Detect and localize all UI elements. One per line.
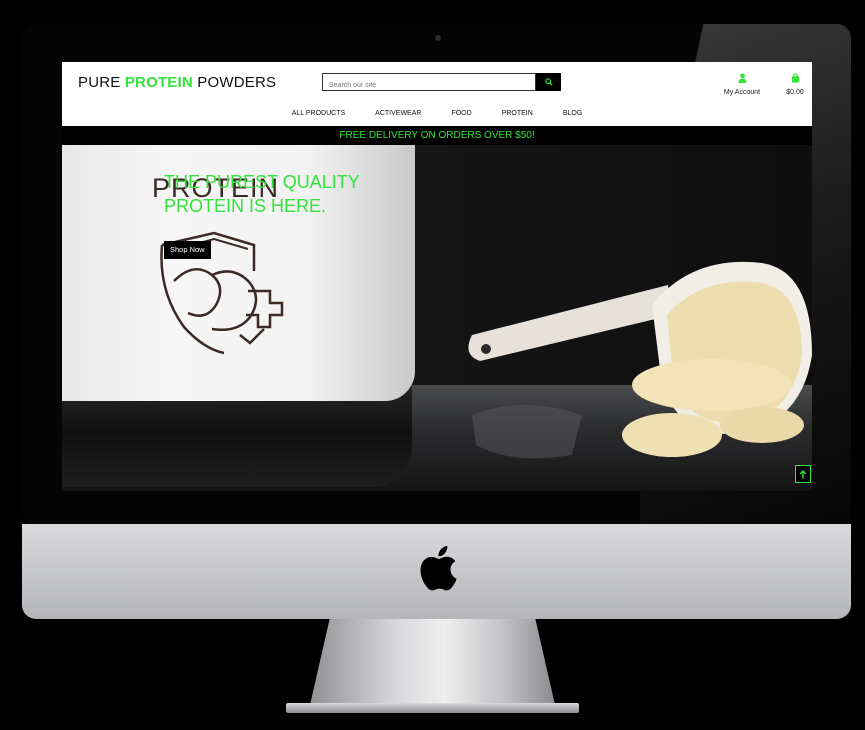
nav-blog[interactable]: BLOG (548, 106, 597, 122)
search-icon (544, 78, 553, 86)
nav-protein[interactable]: PROTEIN (487, 106, 548, 122)
monitor-stand-base (286, 703, 579, 713)
cart-total: $0.00 (786, 89, 804, 96)
nav-all-products[interactable]: ALL PRODUCTS (277, 106, 360, 122)
nav-activewear[interactable]: ACTIVEWEAR (360, 106, 436, 122)
hero-section: PROTEIN THE PUREST QUALITY PROTEIN IS HE… (62, 145, 812, 491)
promo-banner: FREE DELIVERY ON ORDERS OVER $50! (62, 126, 812, 145)
search-button[interactable] (536, 73, 561, 91)
monitor-stand (310, 619, 555, 705)
site-logo[interactable]: PURE PROTEIN POWDERS (78, 74, 276, 91)
main-nav: ALL PRODUCTS ACTIVEWEAR FOOD PROTEIN BLO… (62, 106, 812, 122)
camera (435, 35, 441, 41)
site-header: PURE PROTEIN POWDERS My Account $0.00 (62, 62, 812, 126)
brand-suffix: POWDERS (192, 74, 277, 91)
search-field (322, 73, 536, 94)
brand-accent: PROTEIN (124, 74, 193, 91)
user-icon (737, 73, 747, 83)
arrow-up-icon (799, 469, 807, 478)
shopping-bag-icon (791, 73, 799, 83)
hero-heading: THE PUREST QUALITY PROTEIN IS HERE. (164, 172, 360, 216)
cart-link[interactable]: $0.00 (780, 70, 810, 96)
brand-prefix: PURE (78, 74, 125, 91)
my-account-link[interactable]: My Account (718, 70, 766, 96)
scoop-image (468, 261, 812, 459)
scroll-to-top-button[interactable] (795, 465, 811, 483)
search-input[interactable] (323, 77, 535, 94)
nav-food[interactable]: FOOD (436, 106, 486, 122)
apple-logo-icon (420, 546, 457, 591)
shop-now-button[interactable]: Shop Now (164, 241, 211, 259)
my-account-label: My Account (723, 89, 761, 96)
browser-viewport: PURE PROTEIN POWDERS My Account $0.00 (62, 62, 812, 491)
